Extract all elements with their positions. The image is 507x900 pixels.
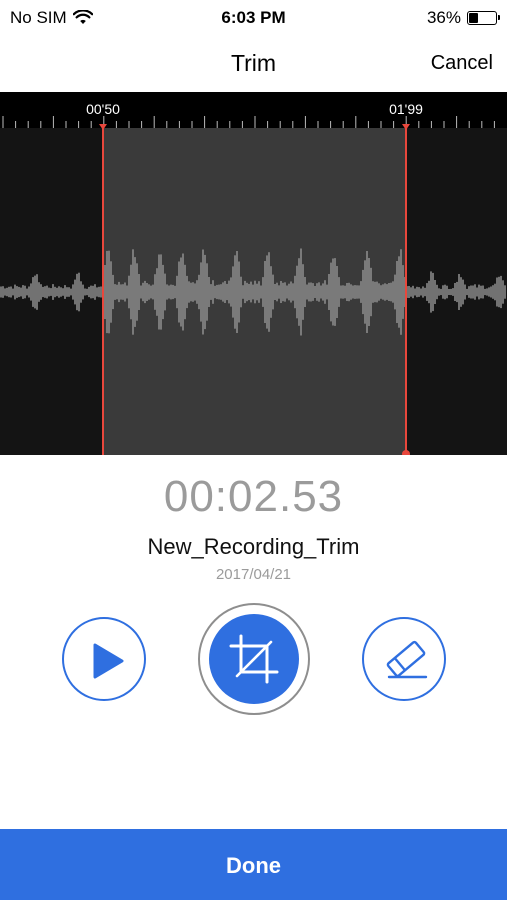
trim-button-fill	[209, 614, 299, 704]
done-button[interactable]: Done	[0, 829, 507, 900]
play-icon	[93, 643, 124, 679]
status-bar: No SIM 6:03 PM 36%	[0, 0, 507, 38]
eraser-icon	[386, 640, 428, 679]
crop-icon	[229, 634, 279, 684]
elapsed-time: 00:02.53	[163, 472, 344, 521]
waveform-canvas	[0, 92, 507, 455]
status-right: 36%	[426, 8, 500, 28]
end-time-marker: 01'99	[389, 101, 423, 117]
battery-icon	[467, 11, 500, 25]
play-button[interactable]	[62, 617, 146, 701]
recording-name: New_Recording_Trim	[147, 534, 360, 559]
recording-date: 2017/04/21	[215, 566, 292, 583]
trim-button[interactable]	[198, 603, 310, 715]
start-time-marker: 00'50	[86, 101, 120, 117]
waveform-editor[interactable]: 00'50 01'99	[0, 92, 507, 455]
done-label: Done	[226, 853, 281, 878]
nav-bar: Trim Cancel	[0, 38, 507, 92]
erase-button[interactable]	[362, 617, 446, 701]
battery-percent: 36%	[426, 8, 461, 27]
battery-cap	[498, 15, 500, 20]
battery-fill	[469, 13, 478, 23]
cancel-button[interactable]: Cancel	[431, 52, 493, 75]
